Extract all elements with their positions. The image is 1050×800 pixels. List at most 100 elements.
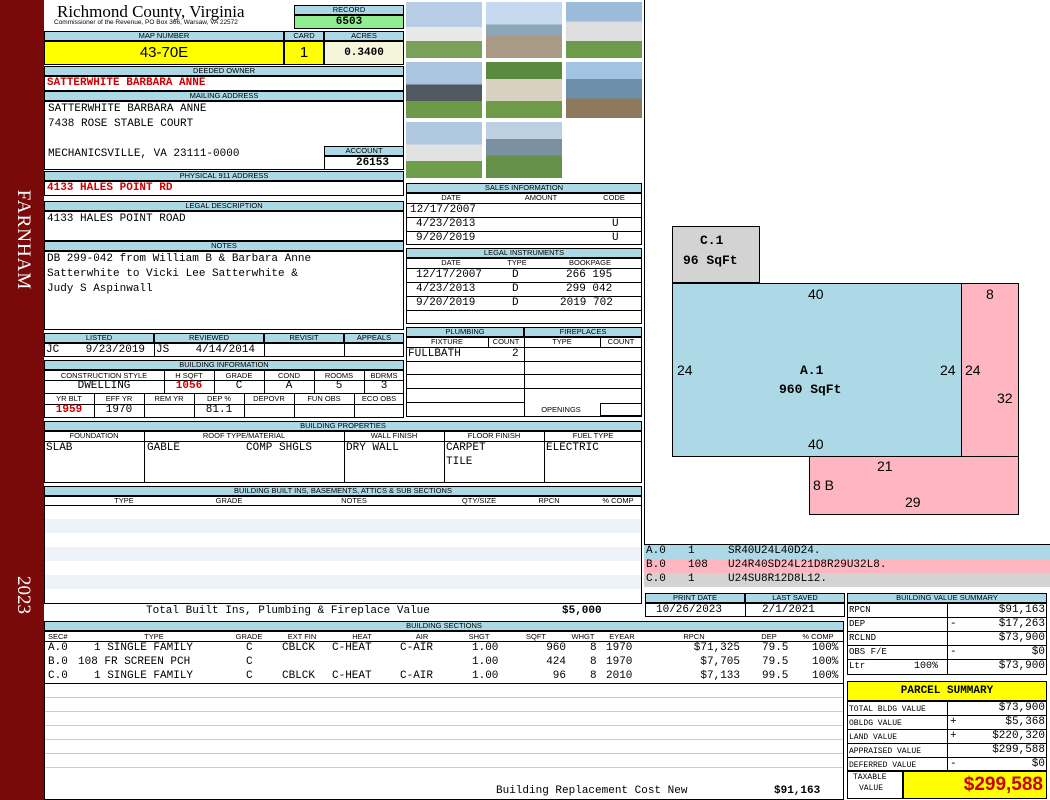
- bi-notes-col: NOTES: [341, 496, 367, 505]
- vs-dep-value: $17,263: [998, 618, 1045, 630]
- sec-a-comp: 100%: [812, 642, 839, 654]
- funobs-col: FUN OBS: [307, 394, 341, 403]
- sec-b-eyear: 1970: [606, 656, 633, 668]
- ps-deferred-value: $0: [1031, 758, 1045, 770]
- sec-c-dep: 99.5: [762, 670, 789, 682]
- roof-type-value: GABLE: [147, 442, 181, 454]
- ps-obldg-value: $5,368: [1005, 716, 1045, 728]
- yrblt-col: YR BLT: [56, 394, 82, 403]
- section-a-area: 960 SqFt: [779, 382, 842, 397]
- card-header: CARD: [284, 31, 324, 41]
- dim-a-right: 24: [940, 362, 956, 378]
- tax-year: 2023: [13, 576, 34, 614]
- taxable-value: $299,588: [903, 771, 1047, 799]
- legend-c-num: 1: [688, 573, 695, 585]
- legal-description-value: 4133 HALES POINT ROAD: [44, 211, 404, 241]
- roof-col: ROOF TYPE/MATERIAL: [202, 431, 286, 440]
- sale-date-2: 4/23/2013: [416, 218, 476, 230]
- sales-amount-col: AMOUNT: [524, 193, 558, 202]
- sec-c-shgt: 1.00: [472, 670, 499, 682]
- photo-screen-porch[interactable]: [565, 1, 643, 59]
- sec-col-shgt: SHGT: [468, 632, 490, 641]
- dim-b-right: 32: [997, 390, 1013, 406]
- bi-rpcn-col: RPCN: [538, 496, 560, 505]
- sec-b-rpcn: $7,705: [700, 656, 740, 668]
- photo-pier[interactable]: [485, 1, 563, 59]
- ps-land-label: LAND VALUE: [849, 733, 898, 742]
- building-properties-header: BUILDING PROPERTIES: [44, 421, 642, 431]
- bi-grade-col: GRADE: [215, 496, 243, 505]
- photo-shed[interactable]: [485, 61, 563, 119]
- sales-date-col: DATE: [441, 193, 461, 202]
- sec-c-eyear: 2010: [606, 670, 633, 682]
- openings-label: OPENINGS: [541, 405, 581, 414]
- record-header: RECORD: [294, 5, 404, 15]
- inst-date-col: DATE: [441, 258, 461, 267]
- section-c-area: 96 SqFt: [683, 253, 738, 268]
- district-sidebar: [0, 0, 44, 800]
- photo-house-rear[interactable]: [405, 121, 483, 179]
- sales-information-header: SALES INFORMATION: [406, 183, 642, 193]
- depovr-col: DEPOVR: [253, 394, 285, 403]
- acres-header: ACRES: [324, 31, 404, 41]
- taxable-label-2: VALUE: [859, 784, 884, 793]
- sec-c-grade: C: [246, 670, 253, 682]
- sec-a-air: C-AIR: [400, 642, 434, 654]
- sale-code-3: U: [612, 232, 619, 244]
- construction-style: DWELLING: [77, 380, 131, 392]
- sec-c-air: C-AIR: [400, 670, 434, 682]
- sec-a-dep: 79.5: [762, 642, 789, 654]
- sec-b-code: B.0: [48, 656, 68, 668]
- photo-house-front[interactable]: [405, 1, 483, 59]
- sales-code-col: CODE: [603, 193, 625, 202]
- vs-obs-label: OBS F/E: [849, 647, 887, 657]
- photo-dock[interactable]: [565, 61, 643, 119]
- vs-dep-label: DEP: [849, 619, 866, 629]
- built-ins-header: BUILDING BUILT INS, BASEMENTS, ATTICS & …: [44, 486, 642, 496]
- sec-c-whgt: 8: [590, 670, 597, 682]
- account-header: ACCOUNT: [324, 146, 404, 156]
- inst-book-2: 299 042: [566, 283, 613, 295]
- sale-date-1: 12/17/2007: [410, 204, 477, 216]
- sec-col-eyear: EYEAR: [609, 632, 635, 641]
- legal-description-header: LEGAL DESCRIPTION: [44, 201, 404, 211]
- vs-rpcn-label: RPCN: [849, 605, 871, 615]
- rooms-col: ROOMS: [324, 371, 354, 380]
- photo-shoreline[interactable]: [485, 121, 563, 179]
- commissioner-address: Commissioner of the Revenue, PO Box 366,…: [54, 19, 238, 26]
- plumb-count-col: COUNT: [492, 337, 520, 346]
- mailing-address-header: MAILING ADDRESS: [44, 91, 404, 101]
- physical-address-header: PHYSICAL 911 ADDRESS: [44, 171, 404, 181]
- ps-total-bldg-label: TOTAL BLDG VALUE: [849, 705, 926, 714]
- plumbing-fixture: FULLBATH: [408, 348, 461, 360]
- sec-col-comp: % COMP: [802, 632, 834, 641]
- inst-date-3: 9/20/2019: [416, 297, 476, 309]
- parcel-summary-header: PARCEL SUMMARY: [847, 681, 1047, 701]
- sec-c-type: 1 SINGLE FAMILY: [94, 670, 194, 682]
- last-saved-value: 2/1/2021: [762, 604, 815, 616]
- inst-date-2: 4/23/2013: [416, 283, 476, 295]
- bi-type-col: TYPE: [114, 496, 134, 505]
- cond-col: COND: [277, 371, 301, 380]
- map-number-value: 43-70E: [44, 41, 284, 65]
- vs-obs-value: $0: [1031, 646, 1045, 658]
- section-a-label: A.1: [800, 363, 824, 378]
- inst-book-3: 2019 702: [560, 297, 613, 309]
- sec-a-ext: CBLCK: [282, 642, 316, 654]
- sec-col-whgt: WHGT: [571, 632, 595, 641]
- sec-a-code: A.0: [48, 642, 68, 654]
- vs-ltr-value: $73,900: [998, 660, 1045, 672]
- sec-c-ext: CBLCK: [282, 670, 316, 682]
- vs-ltr-label: Ltr: [849, 661, 866, 671]
- notes-header: NOTES: [44, 241, 404, 251]
- section-c-label: C.1: [700, 233, 724, 248]
- sale-code-2: U: [612, 218, 619, 230]
- photo-house-side[interactable]: [405, 61, 483, 119]
- vs-rclnd-label: RCLND: [849, 633, 877, 643]
- deeded-owner-header: DEEDED OWNER: [44, 66, 404, 76]
- built-ins-total-label: Total Built Ins, Plumbing & Fireplace Va…: [146, 605, 430, 617]
- sec-col-grade: GRADE: [235, 632, 263, 641]
- replacement-cost-label: Building Replacement Cost New: [496, 785, 688, 797]
- legend-b-num: 108: [688, 559, 708, 571]
- sec-a-type: 1 SINGLE FAMILY: [94, 642, 194, 654]
